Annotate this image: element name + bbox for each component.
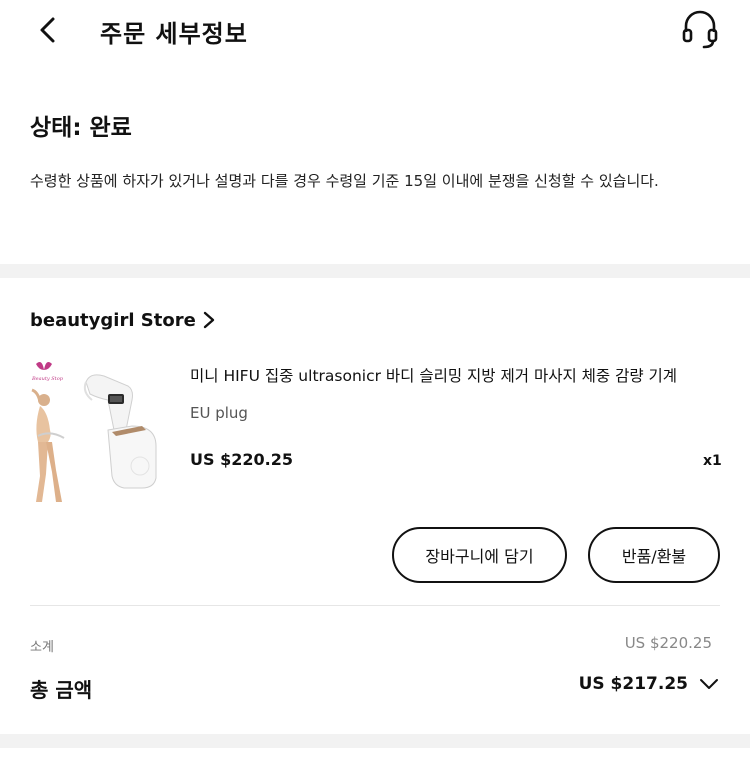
brand-logo-text: Beauty Stop (31, 376, 64, 382)
product-quantity: x1 (703, 453, 722, 469)
headset-icon (682, 10, 718, 49)
header-bar: 주문 세부정보 (0, 0, 750, 62)
order-status-title: 상태: 완료 (30, 115, 132, 141)
summary-divider (30, 605, 720, 606)
add-to-cart-button[interactable]: 장바구니에 담기 (392, 527, 567, 583)
product-thumbnail[interactable]: Beauty Stop (26, 356, 176, 506)
total-value: US $217.25 (578, 674, 688, 694)
chevron-down-icon (700, 679, 718, 689)
subtotal-label: 소계 (30, 640, 54, 655)
product-variant: EU plug (190, 404, 248, 422)
section-divider (0, 264, 750, 278)
return-refund-button[interactable]: 반품/환불 (588, 527, 720, 583)
page-title: 주문 세부정보 (100, 20, 248, 48)
customer-support-button[interactable] (680, 8, 720, 50)
back-arrow-icon (40, 17, 55, 43)
total-amount-toggle[interactable]: US $217.25 (579, 674, 720, 694)
product-price: US $220.25 (190, 450, 293, 469)
store-name: beautygirl Store (30, 309, 196, 331)
product-image: Beauty Stop (26, 356, 176, 506)
back-button[interactable] (34, 12, 68, 48)
product-name[interactable]: 미니 HIFU 집중 ultrasonicr 바디 슬리밍 지방 제거 마사지 … (190, 364, 720, 386)
bottom-divider (0, 734, 750, 748)
store-link[interactable]: beautygirl Store (30, 306, 216, 334)
subtotal-value: US $220.25 (624, 634, 712, 652)
total-label: 총 금액 (30, 678, 93, 702)
chevron-right-icon (203, 311, 214, 329)
dispute-notice: 수령한 상품에 하자가 있거나 설명과 다를 경우 수령일 기준 15일 이내에… (30, 172, 659, 190)
